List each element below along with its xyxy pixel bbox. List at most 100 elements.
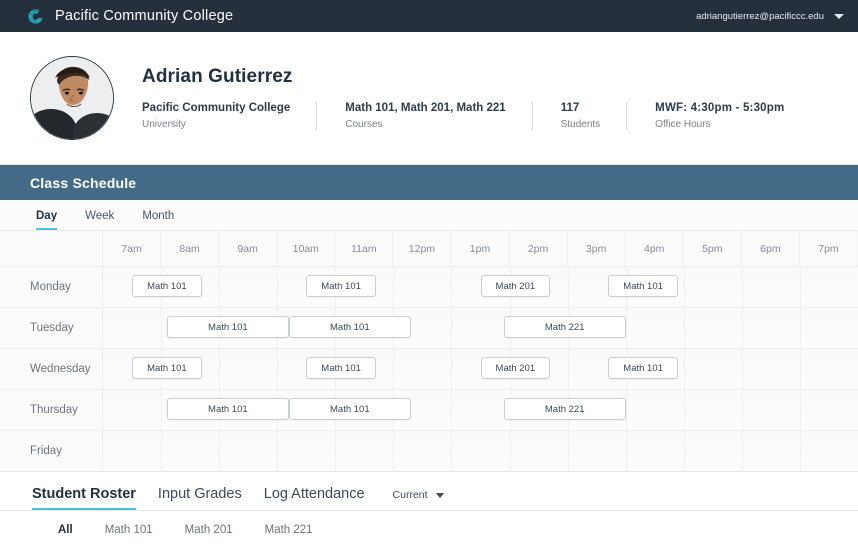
schedule-event[interactable]: Math 101 — [132, 275, 202, 297]
schedule-event[interactable]: Math 101 — [608, 275, 678, 297]
schedule-event[interactable]: Math 221 — [503, 316, 626, 338]
grid-line — [625, 431, 627, 471]
grid-line — [799, 267, 801, 307]
stat-students: 117 Students — [531, 102, 626, 130]
grid-line — [509, 431, 511, 471]
grid-line — [741, 308, 743, 348]
stat-institution: Pacific Community College University — [142, 102, 316, 130]
grid-line — [741, 431, 743, 471]
grid-line — [335, 431, 337, 471]
grid-line — [161, 390, 163, 430]
page-title: Adrian Gutierrez — [142, 66, 293, 87]
brand-name: Pacific Community College — [55, 8, 234, 24]
day-label-friday: Friday — [0, 430, 103, 471]
profile-band: Adrian Gutierrez Pacific Community Colle… — [0, 32, 858, 165]
schedule-grid: 7am 8am 9am 10am 11am 12pm 1pm 2pm 3pm 4pm 5pm 6pm 7… — [0, 230, 858, 472]
filter-all[interactable]: All — [58, 524, 73, 536]
day-label-thursday: Thursday — [0, 389, 103, 430]
stat-office-hours: MWF: 4:30pm - 5:30pm Office Hours — [626, 102, 810, 130]
grid-line — [567, 267, 569, 307]
grid-line — [277, 349, 279, 389]
grid-line — [219, 349, 221, 389]
grid-line — [451, 308, 453, 348]
avatar — [30, 56, 114, 140]
stat-label: Office Hours — [655, 119, 711, 130]
schedule-grid-corner — [0, 231, 103, 266]
day-row-monday: Math 101 Math 101 Math 201 Math 101 — [103, 266, 858, 307]
brand-link[interactable]: Pacific Community College — [26, 7, 233, 26]
time-header-7pm: 7pm — [799, 231, 858, 266]
schedule-event[interactable]: Math 101 — [288, 316, 411, 338]
time-header-6pm: 6pm — [741, 231, 800, 266]
course-filters: All Math 101 Math 201 Math 221 — [32, 511, 858, 536]
schedule-event[interactable]: Math 101 — [306, 357, 376, 379]
grid-line — [683, 431, 685, 471]
schedule-event[interactable]: Math 101 — [306, 275, 376, 297]
grid-line — [277, 267, 279, 307]
time-header-7am: 7am — [103, 231, 162, 266]
grid-line — [741, 267, 743, 307]
term-select[interactable]: Current — [393, 489, 444, 507]
avatar-photo — [31, 57, 113, 139]
time-header-5pm: 5pm — [683, 231, 742, 266]
filter-math-221[interactable]: Math 221 — [265, 524, 313, 536]
grid-line — [277, 431, 279, 471]
schedule-event[interactable]: Math 101 — [132, 357, 202, 379]
profile-stats: Pacific Community College University Mat… — [142, 102, 810, 130]
tab-day[interactable]: Day — [36, 210, 58, 230]
schedule-grid-bottom-border — [0, 471, 858, 472]
schedule-event[interactable]: Math 201 — [480, 275, 551, 297]
schedule-event[interactable]: Math 221 — [503, 398, 626, 420]
tab-student-roster[interactable]: Student Roster — [32, 486, 136, 510]
day-row-thursday: Math 101 Math 101 Math 221 — [103, 389, 858, 430]
tab-input-grades[interactable]: Input Grades — [158, 486, 242, 510]
stat-value: Pacific Community College — [142, 102, 291, 114]
roster-tabs: Student Roster Input Grades Log Attendan… — [32, 486, 858, 510]
grid-line — [799, 431, 801, 471]
grid-line — [567, 349, 569, 389]
grid-line — [741, 390, 743, 430]
schedule-event[interactable]: Math 101 — [608, 357, 678, 379]
user-menu[interactable]: adriangutierrez@pacificcc.edu — [696, 11, 844, 22]
time-header-8am: 8am — [161, 231, 220, 266]
tab-week[interactable]: Week — [85, 210, 114, 230]
grid-line — [683, 349, 685, 389]
grid-line — [683, 308, 685, 348]
grid-line — [451, 349, 453, 389]
stat-label: Courses — [345, 119, 383, 130]
filter-math-101[interactable]: Math 101 — [105, 524, 153, 536]
schedule-grid-wrap: 7am 8am 9am 10am 11am 12pm 1pm 2pm 3pm 4pm 5pm 6pm 7… — [0, 230, 858, 472]
filter-math-201[interactable]: Math 201 — [185, 524, 233, 536]
stat-label: Students — [560, 119, 601, 130]
grid-line — [683, 267, 685, 307]
globe-c-logo-icon — [26, 7, 45, 26]
grid-line — [393, 349, 395, 389]
schedule-event[interactable]: Math 101 — [288, 398, 411, 420]
grid-line — [451, 390, 453, 430]
schedule-event[interactable]: Math 101 — [166, 398, 289, 420]
stat-value: 117 — [560, 102, 580, 114]
schedule-event[interactable]: Math 201 — [480, 357, 551, 379]
grid-line — [451, 267, 453, 307]
grid-line — [393, 431, 395, 471]
schedule-event[interactable]: Math 101 — [166, 316, 289, 338]
day-label-tuesday: Tuesday — [0, 307, 103, 348]
grid-line — [451, 431, 453, 471]
grid-line — [683, 390, 685, 430]
time-header-11am: 11am — [335, 231, 394, 266]
user-email: adriangutierrez@pacificcc.edu — [696, 10, 824, 22]
day-row-tuesday: Math 101 Math 101 Math 221 — [103, 307, 858, 348]
roster-section: Student Roster Input Grades Log Attendan… — [0, 472, 858, 536]
tab-log-attendance[interactable]: Log Attendance — [264, 486, 365, 510]
chevron-down-icon — [834, 13, 844, 19]
term-select-label: Current — [392, 489, 428, 501]
day-label-monday: Monday — [0, 266, 103, 307]
grid-line — [567, 431, 569, 471]
class-schedule-title: Class Schedule — [30, 174, 137, 191]
grid-line — [799, 390, 801, 430]
profile-details: Adrian Gutierrez Pacific Community Colle… — [142, 66, 810, 130]
time-header-3pm: 3pm — [567, 231, 626, 266]
grid-line — [219, 267, 221, 307]
tab-month[interactable]: Month — [142, 210, 174, 230]
grid-line — [393, 267, 395, 307]
